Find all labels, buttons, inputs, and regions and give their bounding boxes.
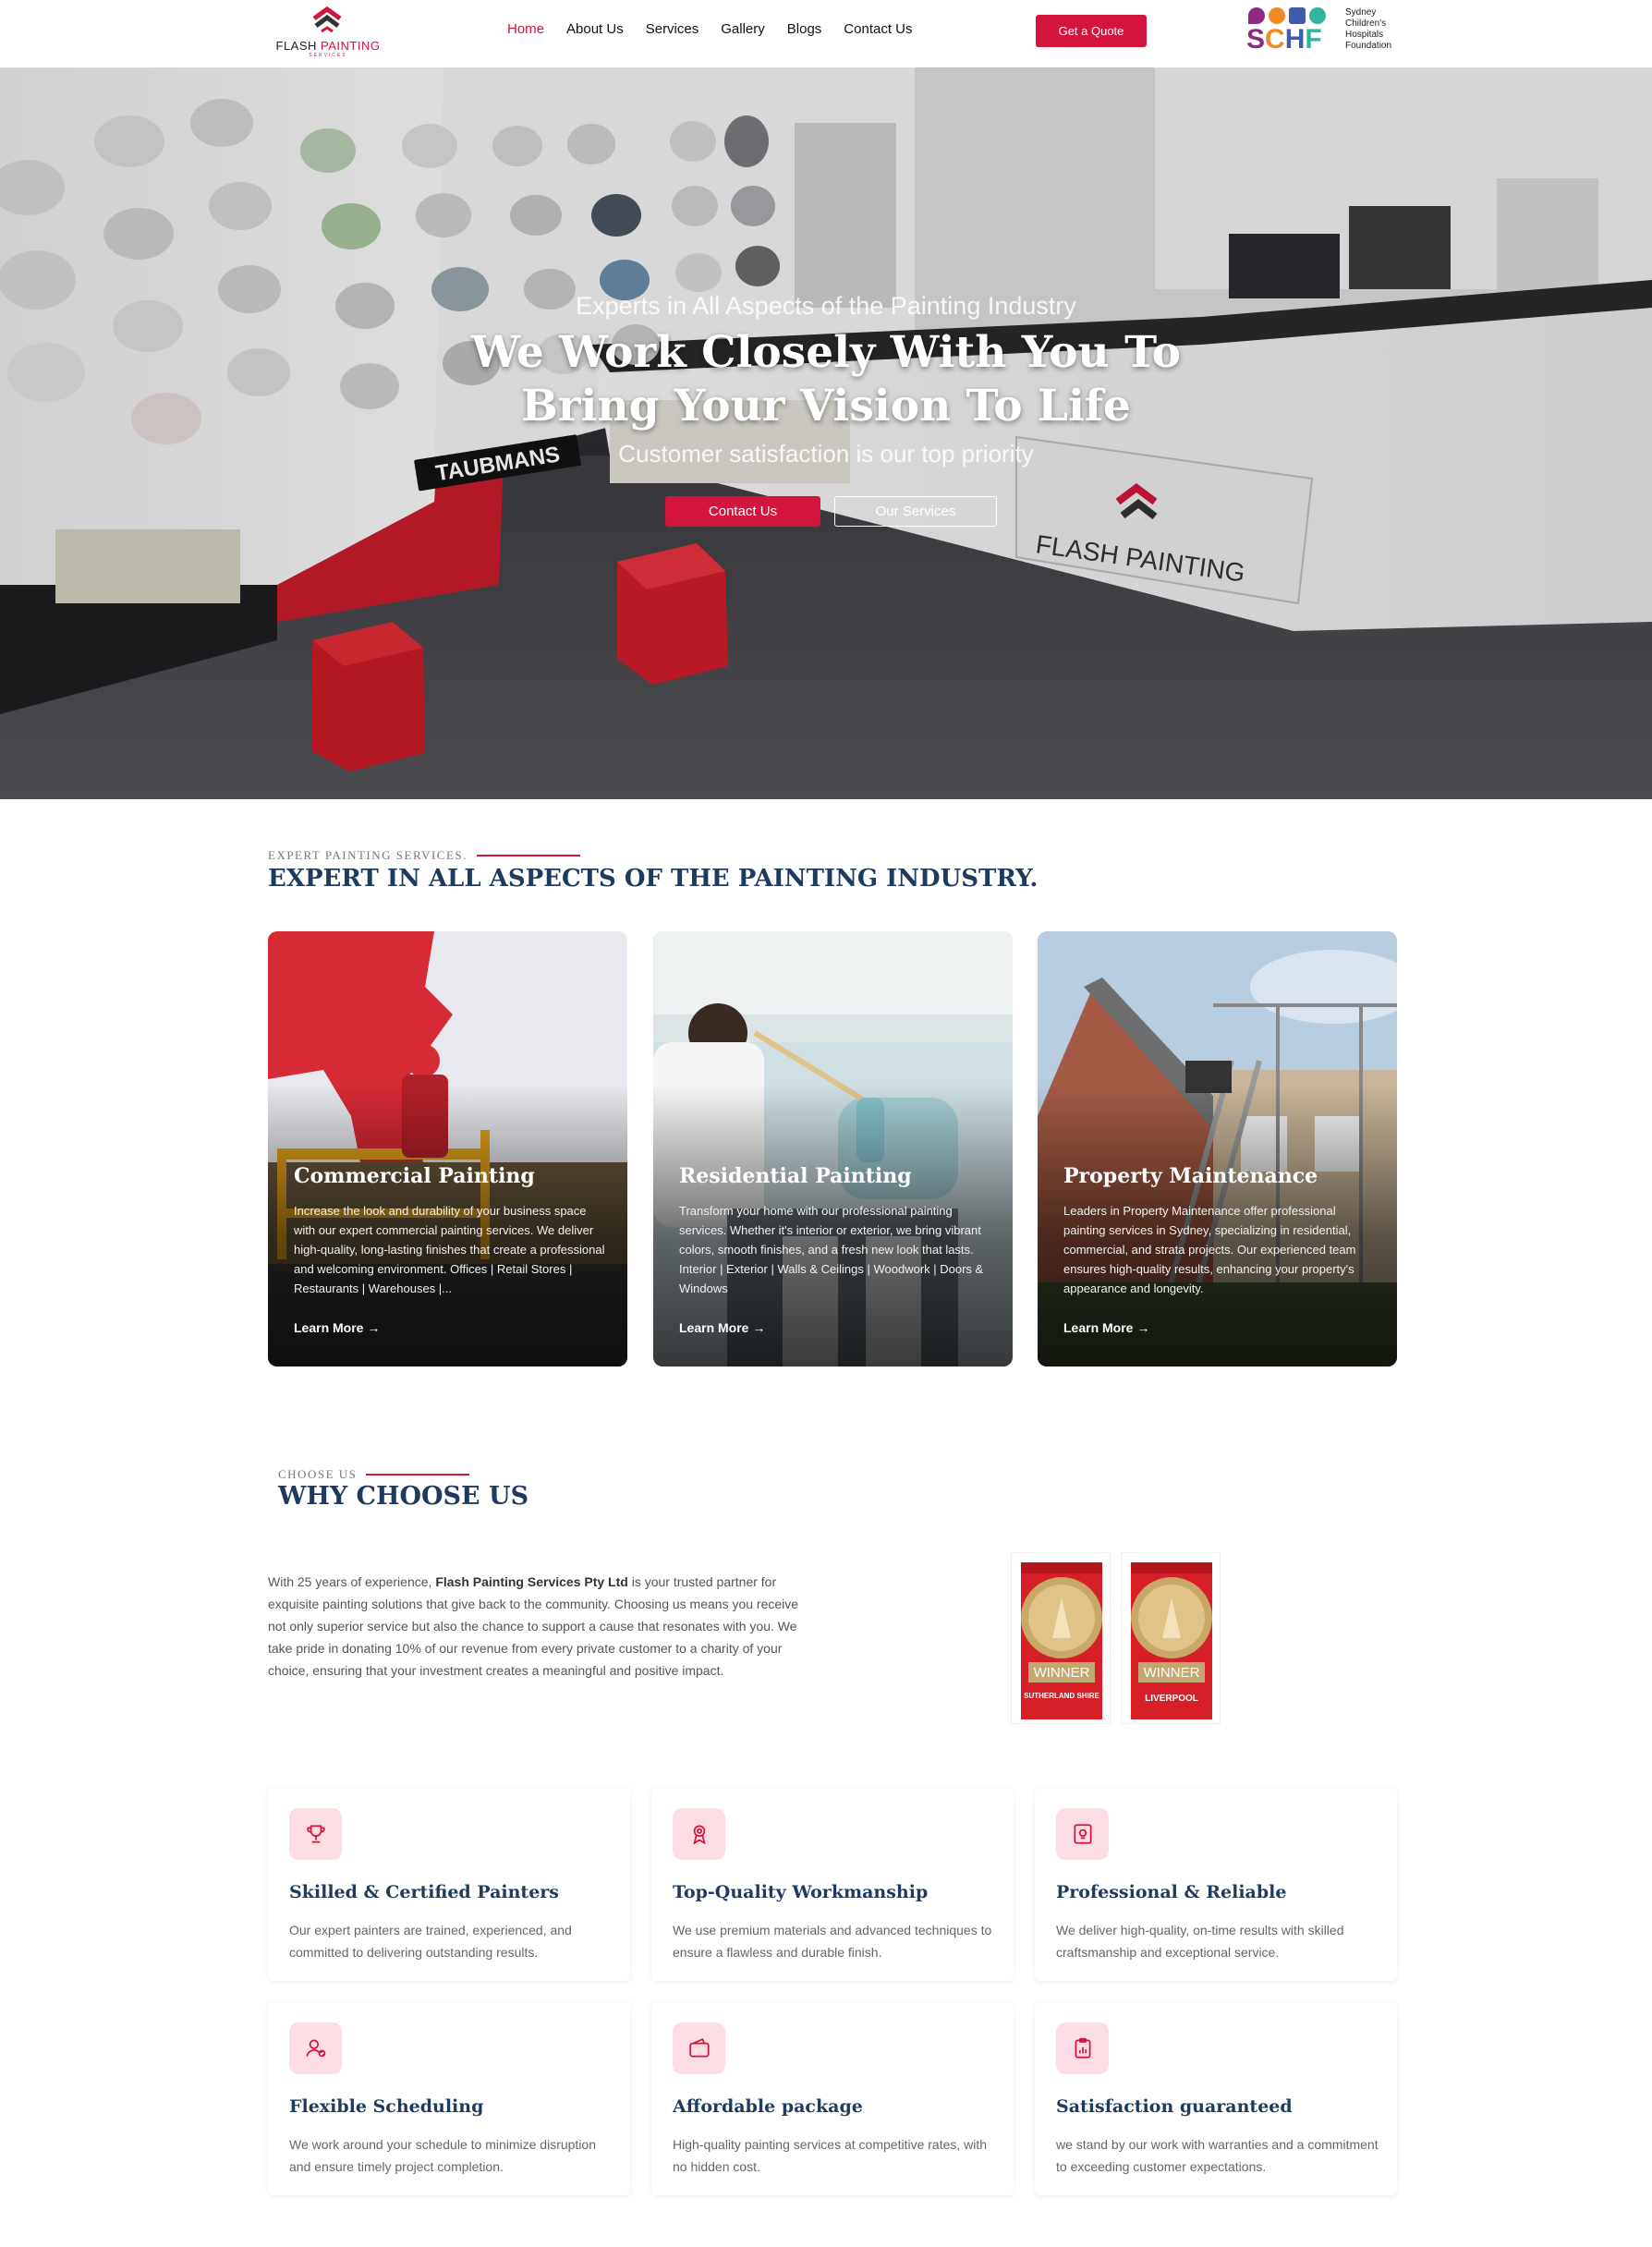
why-kicker: CHOOSE US	[278, 1467, 470, 1482]
schf-icons	[1248, 7, 1326, 24]
schf-foundation-name: Sydney Children's Hospitals Foundation	[1345, 7, 1392, 51]
schf-letters: SCHF	[1246, 24, 1322, 55]
site-header: FLASH PAINTING SERVICES Home About Us Se…	[0, 0, 1652, 67]
logo-chevron-icon	[312, 6, 342, 33]
hero-banner: TAUBMANS FLASH PAINTING Experts in All A…	[0, 67, 1652, 799]
feature-card-satisfaction: Satisfaction guaranteed we stand by our …	[1035, 2002, 1397, 2195]
hero-background-image: TAUBMANS FLASH PAINTING	[0, 67, 1652, 799]
award-label: WINNER	[1144, 1665, 1200, 1681]
card-title: Commercial Painting	[294, 1164, 535, 1188]
services-title: EXPERT IN ALL ASPECTS OF THE PAINTING IN…	[268, 865, 1039, 893]
hero-tagline: Customer satisfaction is our top priorit…	[618, 440, 1034, 468]
award-ribbon-icon	[673, 1808, 725, 1860]
logo-wordmark: FLASH PAINTING	[275, 39, 381, 53]
hero-subtitle: Experts in All Aspects of the Painting I…	[576, 292, 1076, 320]
wallet-icon	[673, 2022, 725, 2074]
award-place: SUTHERLAND SHIRE	[1024, 1692, 1099, 1700]
main-nav: Home About Us Services Gallery Blogs Con…	[507, 21, 935, 40]
hero-our-services-button[interactable]: Our Services	[834, 496, 997, 527]
feature-title: Skilled & Certified Painters	[289, 1882, 560, 1902]
learn-more-link[interactable]: Learn More →	[1063, 1320, 1149, 1335]
feature-title: Satisfaction guaranteed	[1056, 2096, 1293, 2117]
hero-contact-us-button[interactable]: Contact Us	[665, 496, 820, 527]
learn-more-link[interactable]: Learn More →	[294, 1320, 380, 1335]
flash-painting-logo[interactable]: FLASH PAINTING SERVICES	[268, 6, 388, 58]
services-kicker: EXPERT PAINTING SERVICES.	[268, 848, 580, 863]
feature-card-flexible-scheduling: Flexible Scheduling We work around your …	[268, 2002, 630, 2195]
nav-gallery[interactable]: Gallery	[721, 21, 765, 40]
arrow-right-icon: →	[367, 1320, 381, 1335]
get-a-quote-button[interactable]: Get a Quote	[1036, 15, 1147, 47]
feature-card-workmanship: Top-Quality Workmanship We use premium m…	[651, 1788, 1014, 1981]
service-card-commercial[interactable]: Commercial Painting Increase the look an…	[268, 931, 627, 1366]
feature-title: Flexible Scheduling	[289, 2096, 484, 2117]
card-title: Property Maintenance	[1063, 1164, 1318, 1188]
arrow-right-icon: →	[752, 1320, 766, 1335]
card-text: Leaders in Property Maintenance offer pr…	[1063, 1204, 1356, 1295]
user-check-icon	[289, 2022, 342, 2074]
award-medal-icon: WINNER SUTHERLAND SHIRE	[1021, 1562, 1102, 1719]
why-title: WHY CHOOSE US	[278, 1482, 529, 1511]
feature-card-affordable: Affordable package High-quality painting…	[651, 2002, 1014, 2195]
hero-title: We Work Closely With You To Bring Your V…	[470, 327, 1182, 431]
kicker-underline	[476, 855, 580, 856]
award-badge-sutherland: WINNER SUTHERLAND SHIRE	[1011, 1552, 1111, 1724]
schf-partner-logo[interactable]: SCHF Sydney Children's Hospitals Foundat…	[1246, 6, 1399, 55]
feature-card-professional: Professional & Reliable We deliver high-…	[1035, 1788, 1397, 1981]
feature-text: We work around your schedule to minimize…	[289, 2137, 597, 2174]
service-card-residential[interactable]: Residential Painting Transform your home…	[653, 931, 1013, 1366]
award-label: WINNER	[1034, 1665, 1090, 1681]
card-text: Transform your home with our professiona…	[679, 1204, 984, 1295]
learn-more-link[interactable]: Learn More →	[679, 1320, 765, 1335]
nav-about-us[interactable]: About Us	[566, 21, 624, 40]
award-place: LIVERPOOL	[1145, 1694, 1198, 1704]
feature-text: Our expert painters are trained, experie…	[289, 1923, 572, 1960]
trophy-icon	[289, 1808, 342, 1860]
feature-text: we stand by our work with warranties and…	[1056, 2137, 1379, 2174]
award-medal-icon: WINNER LIVERPOOL	[1131, 1562, 1212, 1719]
feature-text: We use premium materials and advanced te…	[673, 1923, 992, 1960]
company-name: Flash Painting Services Pty Ltd	[435, 1574, 628, 1589]
why-description: With 25 years of experience, Flash Paint…	[268, 1574, 799, 1678]
feature-text: High-quality painting services at compet…	[673, 2137, 988, 2174]
certificate-icon	[1056, 1808, 1109, 1860]
card-title: Residential Painting	[679, 1164, 912, 1188]
kicker-underline	[366, 1474, 470, 1476]
clipboard-chart-icon	[1056, 2022, 1109, 2074]
service-card-property-maintenance[interactable]: Property Maintenance Leaders in Property…	[1038, 931, 1397, 1366]
nav-home[interactable]: Home	[507, 21, 544, 40]
feature-card-skilled-painters: Skilled & Certified Painters Our expert …	[268, 1788, 630, 1981]
feature-title: Top-Quality Workmanship	[673, 1882, 929, 1902]
nav-blogs[interactable]: Blogs	[787, 21, 822, 40]
logo-subtext: SERVICES	[309, 53, 347, 58]
nav-contact-us[interactable]: Contact Us	[844, 21, 912, 40]
feature-text: We deliver high-quality, on-time results…	[1056, 1923, 1344, 1960]
feature-title: Professional & Reliable	[1056, 1882, 1287, 1902]
nav-services[interactable]: Services	[646, 21, 699, 40]
arrow-right-icon: →	[1136, 1320, 1150, 1335]
award-badge-liverpool: WINNER LIVERPOOL	[1121, 1552, 1221, 1724]
feature-title: Affordable package	[673, 2096, 863, 2117]
card-text: Increase the look and durability of your…	[294, 1204, 605, 1295]
